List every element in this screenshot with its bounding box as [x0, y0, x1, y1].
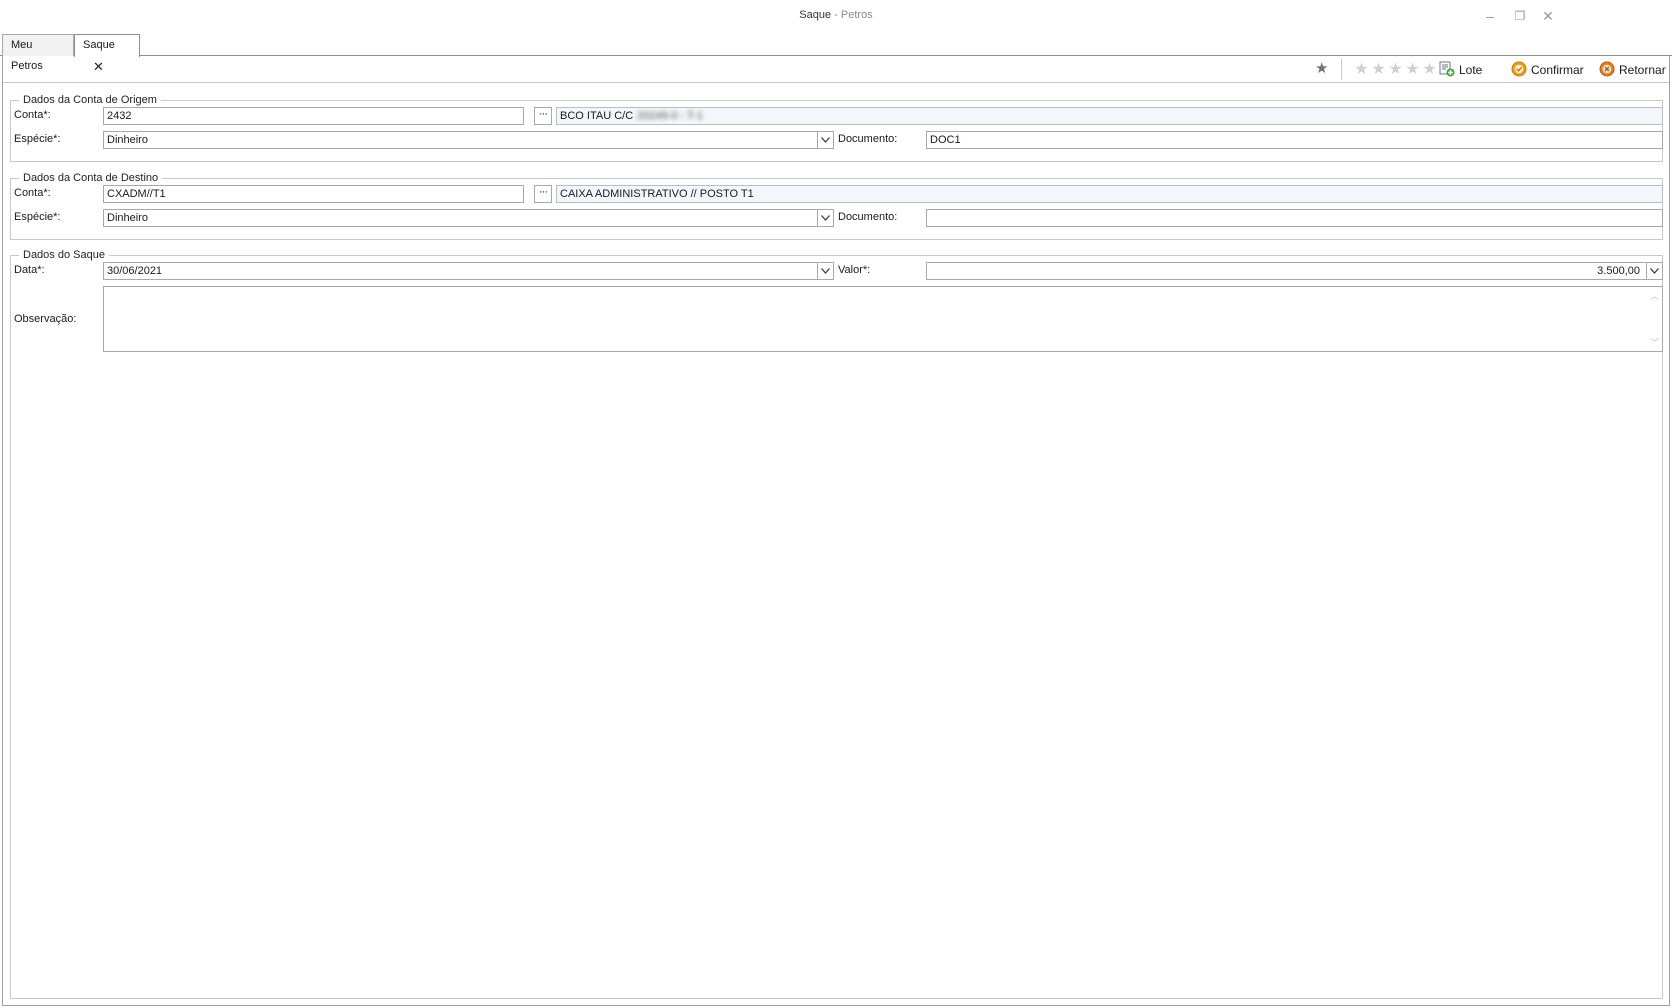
- destino-conta-description: CAIXA ADMINISTRATIVO // POSTO T1: [556, 185, 1663, 203]
- rating-star-icon[interactable]: ★: [1370, 59, 1387, 79]
- destino-documento-label: Documento:: [838, 211, 898, 223]
- origem-documento-value: DOC1: [930, 134, 961, 146]
- chevron-down-icon[interactable]: [817, 263, 833, 279]
- valor-label: Valor*:: [838, 264, 871, 276]
- destino-conta-input[interactable]: CXADM//T1: [103, 185, 524, 203]
- restore-button[interactable]: ❐: [1508, 6, 1532, 26]
- origem-conta-input[interactable]: 2432: [103, 107, 524, 125]
- toolbar: ★ ★ ★ ★ ★ ★ Lote Confirmar Retornar: [3, 56, 1669, 83]
- destino-especie-select[interactable]: Dinheiro: [103, 209, 834, 227]
- rating-star-icon[interactable]: ★: [1387, 59, 1404, 79]
- origem-documento-input[interactable]: DOC1: [926, 131, 1663, 149]
- scroll-up-icon[interactable]: ︿: [1650, 289, 1659, 302]
- origem-documento-label: Documento:: [838, 133, 898, 145]
- data-value: 30/06/2021: [107, 265, 163, 277]
- origem-conta-description: BCO ITAU C/C 20249-0 - T-1: [556, 107, 1663, 125]
- return-icon: [1599, 61, 1615, 77]
- window-title-app: Petros: [840, 9, 873, 21]
- observacao-label: Observação:: [14, 313, 77, 325]
- rating-star-icon[interactable]: ★: [1404, 59, 1421, 79]
- observacao-textarea[interactable]: ︿ ﹀: [103, 286, 1663, 352]
- origem-especie-value: Dinheiro: [107, 134, 148, 146]
- batch-add-icon: [1439, 61, 1455, 77]
- lote-button[interactable]: Lote: [1439, 61, 1482, 79]
- rating-star-icon[interactable]: ★: [1421, 59, 1438, 79]
- destino-conta-label: Conta*:: [14, 187, 51, 199]
- toolbar-divider: [1341, 59, 1342, 80]
- window-title: Saque - Petros: [0, 9, 1672, 21]
- origem-conta-desc-text: BCO ITAU C/C: [560, 110, 634, 122]
- origem-especie-select[interactable]: Dinheiro: [103, 131, 834, 149]
- destino-documento-input[interactable]: [926, 209, 1663, 227]
- destino-especie-label: Espécie*:: [14, 211, 61, 223]
- data-label: Data*:: [14, 264, 45, 276]
- chevron-down-icon[interactable]: [817, 210, 833, 226]
- destino-conta-desc-text: CAIXA ADMINISTRATIVO // POSTO T1: [560, 188, 754, 200]
- rating-stars[interactable]: ★ ★ ★ ★ ★: [1353, 59, 1438, 79]
- favorite-star-icon[interactable]: ★: [1315, 59, 1328, 77]
- tab-saque[interactable]: Saque✕: [74, 34, 140, 74]
- main-content: ★ ★ ★ ★ ★ ★ Lote Confirmar Retornar Dado…: [2, 56, 1670, 1006]
- tab-meu-petros[interactable]: Meu Petros: [2, 34, 74, 72]
- tab-label: Saque: [83, 39, 115, 51]
- valor-input[interactable]: 3.500,00: [926, 262, 1663, 280]
- lote-label: Lote: [1459, 63, 1483, 77]
- saque-group: Dados do Saque Data*: 30/06/2021 Valor*:…: [10, 248, 1663, 999]
- destino-conta-lookup-button[interactable]: ···: [534, 185, 552, 203]
- tab-strip: Meu Petros Saque✕: [0, 32, 1672, 74]
- origem-conta-label: Conta*:: [14, 109, 51, 121]
- retornar-label: Retornar: [1619, 63, 1666, 77]
- observacao-scrollbar[interactable]: ︿ ﹀: [1646, 287, 1662, 351]
- origem-group: Dados da Conta de Origem Conta*: 2432 ··…: [10, 93, 1663, 162]
- destino-especie-value: Dinheiro: [107, 212, 148, 224]
- destino-group-title: Dados da Conta de Destino: [19, 171, 163, 185]
- title-bar: Saque - Petros – ❐ ✕: [0, 0, 1672, 32]
- chevron-down-icon[interactable]: [817, 132, 833, 148]
- valor-value: 3.500,00: [1597, 265, 1640, 277]
- destino-group: Dados da Conta de Destino Conta*: CXADM/…: [10, 171, 1663, 240]
- origem-conta-value: 2432: [107, 110, 132, 122]
- masked-account-number: 20249-0 - T-1: [637, 110, 703, 122]
- close-window-button[interactable]: ✕: [1536, 6, 1560, 26]
- minimize-button[interactable]: –: [1478, 6, 1502, 26]
- scroll-down-icon[interactable]: ﹀: [1650, 336, 1659, 349]
- confirmar-label: Confirmar: [1531, 63, 1584, 77]
- saque-group-title: Dados do Saque: [19, 248, 109, 262]
- origem-group-title: Dados da Conta de Origem: [19, 93, 161, 107]
- origem-especie-label: Espécie*:: [14, 133, 61, 145]
- retornar-button[interactable]: Retornar: [1599, 61, 1666, 79]
- chevron-down-icon[interactable]: [1646, 263, 1662, 279]
- rating-star-icon[interactable]: ★: [1353, 59, 1370, 79]
- destino-conta-value: CXADM//T1: [107, 188, 166, 200]
- window-title-main: Saque: [799, 9, 832, 21]
- origem-conta-lookup-button[interactable]: ···: [534, 107, 552, 125]
- confirm-icon: [1511, 61, 1527, 77]
- data-date-picker[interactable]: 30/06/2021: [103, 262, 834, 280]
- window-title-separator: -: [831, 9, 841, 21]
- confirmar-button[interactable]: Confirmar: [1511, 61, 1584, 79]
